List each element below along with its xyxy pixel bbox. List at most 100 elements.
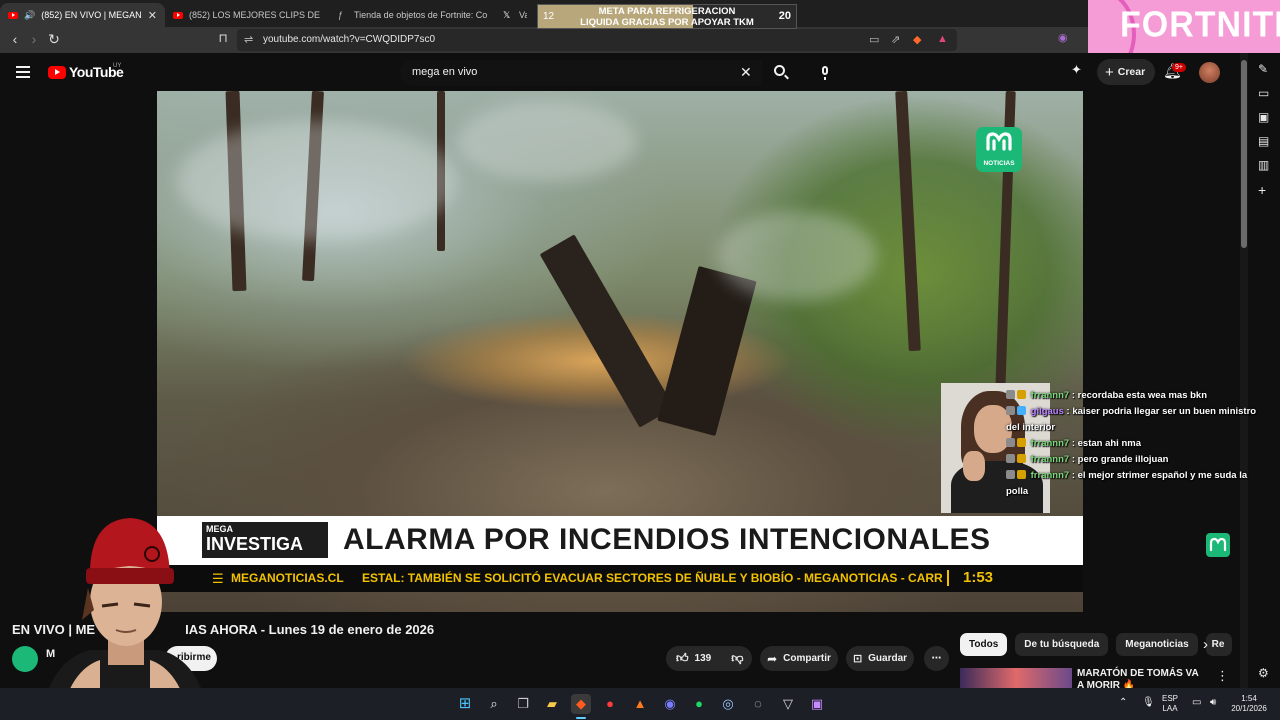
chip-from-search[interactable]: De tu búsqueda bbox=[1015, 633, 1109, 656]
ticker-text: ESTAL: TAMBIÉN SE SOLICITÓ EVACUAR SECTO… bbox=[362, 571, 943, 585]
like-dislike-group: 👍︎ 139 👎︎ bbox=[666, 646, 752, 671]
file-explorer-icon[interactable]: ▰ bbox=[542, 694, 562, 714]
speaker-icon[interactable]: 🔊 bbox=[24, 10, 35, 21]
sidepanel-add-icon[interactable]: + bbox=[1258, 182, 1266, 198]
thumbs-up-icon: 👍︎ bbox=[676, 651, 689, 665]
chat-badge-icon bbox=[1006, 438, 1015, 447]
sidepanel-chat-icon[interactable]: ▭ bbox=[1258, 86, 1269, 100]
youtube-favicon-icon bbox=[8, 11, 18, 19]
create-button[interactable]: + Crear bbox=[1097, 59, 1156, 85]
dislike-button[interactable]: 👎︎ bbox=[721, 646, 753, 671]
brave-rewards-icon[interactable]: ▲ bbox=[937, 33, 948, 45]
goal-title-line2: LIQUIDA GRACIAS POR APOYAR TKM bbox=[580, 17, 754, 28]
search-button[interactable] bbox=[762, 60, 800, 86]
meganoticias-logo: NOTICIAS bbox=[976, 127, 1022, 172]
extension-icon[interactable]: ◉ bbox=[1058, 31, 1068, 44]
youtube-header: YouTube UY mega en vivo ✕ ✦ + Crear 🔔︎ 9… bbox=[0, 53, 1240, 91]
network-icon[interactable]: ▭ bbox=[1192, 698, 1201, 708]
url-text[interactable]: youtube.com/watch?v=CWQDIDP7sc0 bbox=[263, 34, 435, 45]
clock[interactable]: 1:54 20/1/2026 bbox=[1226, 694, 1272, 714]
spotify-icon[interactable]: ● bbox=[689, 694, 709, 714]
clock-date: 20/1/2026 bbox=[1231, 704, 1267, 713]
clock-time: 1:54 bbox=[1241, 694, 1257, 703]
taskbar-search-icon[interactable]: ⌕ bbox=[484, 694, 504, 714]
language-indicator[interactable]: ESP LAA bbox=[1162, 694, 1178, 714]
steam-icon[interactable]: ◎ bbox=[718, 694, 738, 714]
search-input-value[interactable]: mega en vivo bbox=[412, 66, 477, 78]
close-tab-icon[interactable]: ✕ bbox=[148, 9, 157, 22]
create-label: Crear bbox=[1117, 66, 1146, 78]
task-view-icon[interactable]: ❐ bbox=[513, 694, 533, 714]
address-bar[interactable]: ⇌ youtube.com/watch?v=CWQDIDP7sc0 ▭ ⇗ ◆ … bbox=[237, 29, 957, 51]
tab-title: (852) LOS MEJORES CLIPS DE 2025 E bbox=[189, 10, 322, 20]
more-actions-button[interactable]: ⋯ bbox=[924, 646, 949, 671]
site-info-icon[interactable]: ⇌ bbox=[244, 33, 253, 46]
page-scrollbar-thumb[interactable] bbox=[1241, 60, 1247, 248]
brave-browser-icon[interactable]: ◆ bbox=[571, 694, 591, 714]
chevron-right-icon[interactable]: › bbox=[1203, 636, 1208, 653]
share-arrow-icon: ➦ bbox=[767, 651, 778, 666]
page-favicon-icon: ƒ bbox=[338, 10, 344, 20]
fortnite-banner-text: FORTNITE bbox=[1120, 5, 1280, 45]
streaming-app-icon[interactable]: ▣ bbox=[807, 694, 827, 714]
voice-search-button[interactable] bbox=[812, 60, 838, 86]
tab-x[interactable]: 𝕏 Vaga bbox=[495, 3, 535, 27]
share-label: Compartir bbox=[783, 653, 831, 664]
chat-username: frrannn7 bbox=[1030, 470, 1070, 481]
app-launcher-icon[interactable]: ▲ bbox=[630, 694, 650, 714]
goal-title: META PARA REFRIGERACION LIQUIDA GRACIAS … bbox=[538, 6, 796, 28]
windows-start-icon[interactable]: ⊞ bbox=[455, 694, 475, 714]
youtube-favicon-icon bbox=[173, 11, 183, 19]
recommendation-more-icon[interactable]: ⋮ bbox=[1216, 668, 1229, 684]
chip-related[interactable]: Re bbox=[1205, 633, 1232, 656]
chat-badge-icon bbox=[1017, 454, 1026, 463]
related-filter-chips: Todos De tu búsqueda Meganoticias Re bbox=[960, 633, 1232, 657]
mega-m-small-icon bbox=[1209, 537, 1227, 552]
chat-badge-icon bbox=[1006, 454, 1015, 463]
bookmark-icon[interactable]: ⊓ bbox=[214, 31, 232, 45]
video-player[interactable]: NOTICIAS MEGA INVESTIGA ALARMA POR INCEN… bbox=[157, 91, 1083, 612]
meganoticias-logo-text: NOTICIAS bbox=[983, 160, 1015, 167]
chat-badge-icon bbox=[1006, 470, 1015, 479]
fortnite-banner: FORTNITE bbox=[1088, 0, 1280, 53]
language-code: ESP bbox=[1162, 694, 1179, 703]
tab-title: Vaga bbox=[519, 10, 527, 20]
sidepanel-bookmarks-icon[interactable]: ▤ bbox=[1258, 134, 1269, 148]
sidepanel-reading-icon[interactable]: ▥ bbox=[1258, 158, 1269, 172]
chat-message: frrannn7 : pero grande illojuan bbox=[1006, 452, 1268, 468]
chip-all[interactable]: Todos bbox=[960, 633, 1008, 656]
reload-icon[interactable]: ↻ bbox=[45, 31, 63, 48]
discord-icon[interactable]: ◉ bbox=[660, 694, 680, 714]
tab-clips[interactable]: (852) LOS MEJORES CLIPS DE 2025 E bbox=[165, 3, 330, 27]
user-avatar[interactable] bbox=[1199, 62, 1220, 83]
windows-taskbar: ⊞ ⌕ ❐ ▰ ◆ ● ▲ ◉ ● ◎ ◌ ▽ ▣ ⌃ 🎙︎ ESP LAA ▭… bbox=[0, 688, 1280, 720]
back-icon[interactable]: ‹ bbox=[6, 31, 24, 47]
search-input[interactable]: mega en vivo bbox=[400, 60, 762, 86]
tab-title: (852) EN VIVO | MEGANOTICIAS AHORA bbox=[41, 10, 142, 20]
brand-big-text: INVESTIGA bbox=[206, 534, 304, 554]
tab-meganoticias[interactable]: 🔊 (852) EN VIVO | MEGANOTICIAS AHORA ✕ bbox=[0, 3, 165, 27]
game-launcher-icon[interactable]: ▽ bbox=[778, 694, 798, 714]
brave-shield-icon[interactable]: ◆ bbox=[913, 33, 921, 46]
chip-meganoticias[interactable]: Meganoticias bbox=[1116, 633, 1198, 656]
tray-mic-icon[interactable]: 🎙︎ bbox=[1142, 698, 1155, 708]
share-button[interactable]: ➦ Compartir bbox=[760, 646, 838, 671]
tab-fortnite-store[interactable]: ƒ Tienda de objetos de Fortnite: Conte bbox=[330, 3, 495, 27]
sidepanel-pin-icon[interactable]: ✎ bbox=[1258, 62, 1268, 76]
clear-search-icon[interactable]: ✕ bbox=[740, 64, 752, 81]
menu-icon[interactable] bbox=[16, 66, 30, 78]
save-button[interactable]: ⊡ Guardar bbox=[846, 646, 914, 671]
floating-mega-icon[interactable] bbox=[1206, 533, 1230, 557]
media-player-icon[interactable]: ● bbox=[600, 694, 620, 714]
like-button[interactable]: 👍︎ 139 bbox=[666, 646, 721, 671]
brave-leo-icon[interactable]: ✦ bbox=[1071, 62, 1082, 78]
sidepanel-wallet-icon[interactable]: ▣ bbox=[1258, 110, 1269, 124]
tray-overflow-icon[interactable]: ⌃ bbox=[1119, 698, 1127, 708]
sidepanel-settings-icon[interactable]: ⚙ bbox=[1258, 666, 1269, 680]
ticker-brand: MEGANOTICIAS.CL bbox=[231, 571, 344, 585]
volume-icon[interactable]: 🔊︎ bbox=[1210, 698, 1216, 708]
forward-icon[interactable]: › bbox=[25, 31, 43, 47]
share-icon[interactable]: ⇗ bbox=[891, 33, 900, 46]
obs-icon[interactable]: ◌ bbox=[748, 694, 768, 714]
cast-icon[interactable]: ▭ bbox=[869, 33, 879, 46]
